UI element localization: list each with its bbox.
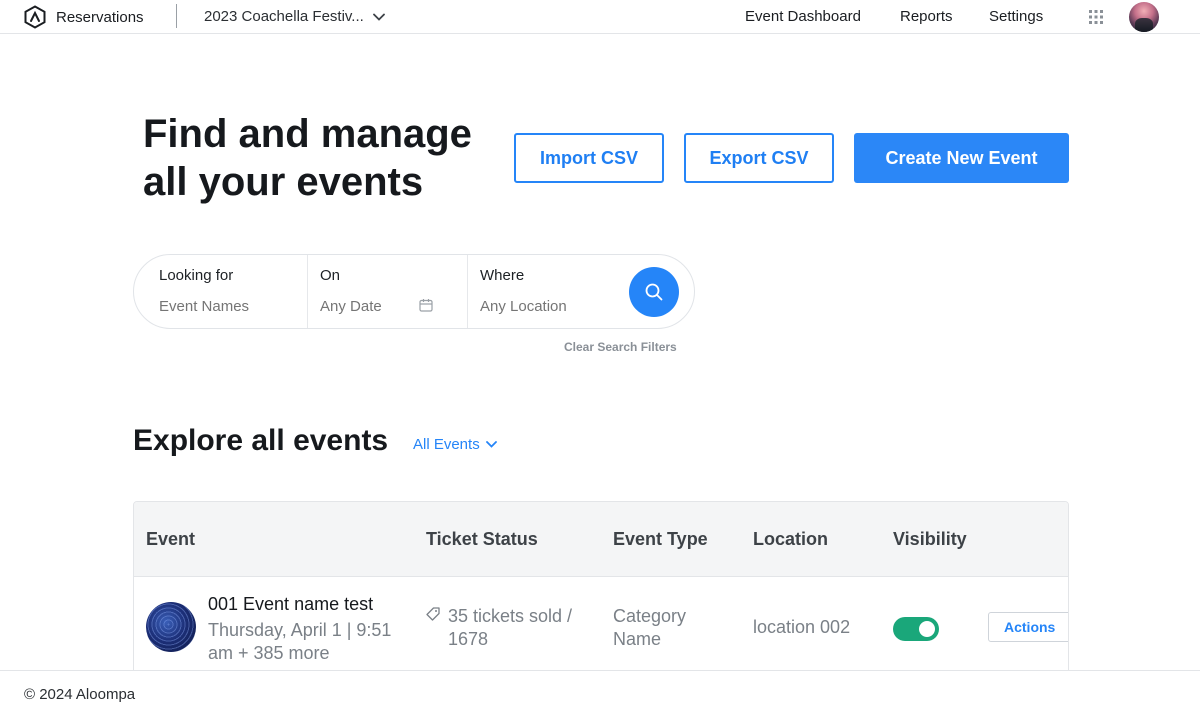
create-new-event-button[interactable]: Create New Event — [854, 133, 1069, 183]
page-title-line-2: all your events — [143, 160, 424, 204]
looking-for-label: Looking for — [159, 267, 234, 284]
events-filter-dropdown[interactable]: All Events — [413, 436, 497, 453]
search-button[interactable] — [629, 267, 679, 317]
visibility-toggle[interactable] — [893, 617, 939, 641]
import-csv-button[interactable]: Import CSV — [514, 133, 664, 183]
column-header-visibility[interactable]: Visibility — [893, 529, 967, 550]
top-bar: Reservations 2023 Coachella Festiv... Ev… — [0, 0, 1200, 34]
brand[interactable]: Reservations — [23, 5, 144, 29]
events-filter-label: All Events — [413, 436, 480, 453]
ticket-status: 35 tickets sold / 1678 — [426, 605, 598, 651]
event-thumbnail — [146, 602, 196, 652]
table-header: Event Ticket Status Event Type Location … — [134, 502, 1068, 577]
nav-event-dashboard[interactable]: Event Dashboard — [745, 8, 861, 25]
festival-selector[interactable]: 2023 Coachella Festiv... — [204, 8, 385, 25]
event-name[interactable]: 001 Event name test — [208, 594, 373, 615]
calendar-icon[interactable] — [419, 298, 433, 312]
visibility-toggle-knob — [919, 621, 935, 637]
where-label: Where — [480, 267, 525, 284]
explore-title: Explore all events — [133, 424, 389, 457]
export-csv-button[interactable]: Export CSV — [684, 133, 834, 183]
app-name: Reservations — [56, 8, 144, 26]
search-icon — [645, 283, 663, 301]
column-header-event-type[interactable]: Event Type — [613, 529, 708, 550]
event-search-bar: Looking for On Where — [133, 254, 695, 329]
search-field-where[interactable]: Where — [467, 255, 627, 328]
event-name-input[interactable] — [159, 298, 299, 315]
chevron-down-icon — [372, 13, 385, 21]
clear-search-filters-link[interactable]: Clear Search Filters — [564, 340, 677, 354]
nav-settings[interactable]: Settings — [989, 8, 1043, 25]
footer: © 2024 Aloompa — [0, 670, 1200, 720]
event-date: Thursday, April 1 | 9:51 am + 385 more — [208, 620, 392, 663]
chevron-down-icon — [485, 441, 497, 448]
event-location: location 002 — [753, 617, 851, 637]
events-table: Event Ticket Status Event Type Location … — [133, 501, 1069, 691]
location-input[interactable] — [480, 298, 620, 315]
date-input[interactable] — [320, 298, 415, 315]
column-header-ticket-status[interactable]: Ticket Status — [426, 529, 538, 550]
apps-grid-icon[interactable] — [1089, 10, 1103, 24]
ticket-status-text: 35 tickets sold / 1678 — [448, 606, 573, 649]
column-header-event[interactable]: Event — [146, 529, 195, 550]
search-field-on[interactable]: On — [307, 255, 467, 328]
brand-logo-icon — [24, 5, 46, 29]
event-type: Category Name — [613, 606, 687, 649]
user-avatar[interactable] — [1129, 2, 1159, 32]
column-header-location[interactable]: Location — [753, 529, 828, 550]
festival-name: 2023 Coachella Festiv... — [204, 8, 364, 25]
on-label: On — [320, 267, 341, 284]
page-title-line-1: Find and manage — [143, 112, 472, 156]
nav-reports[interactable]: Reports — [900, 8, 953, 25]
header-divider — [176, 4, 177, 28]
page-title: Find and manage all your events — [143, 110, 503, 206]
copyright-text: © 2024 Aloompa — [24, 686, 136, 703]
ticket-icon — [426, 607, 440, 621]
actions-dropdown-button[interactable]: Actions — [988, 612, 1068, 642]
search-field-looking-for[interactable]: Looking for — [134, 255, 307, 328]
